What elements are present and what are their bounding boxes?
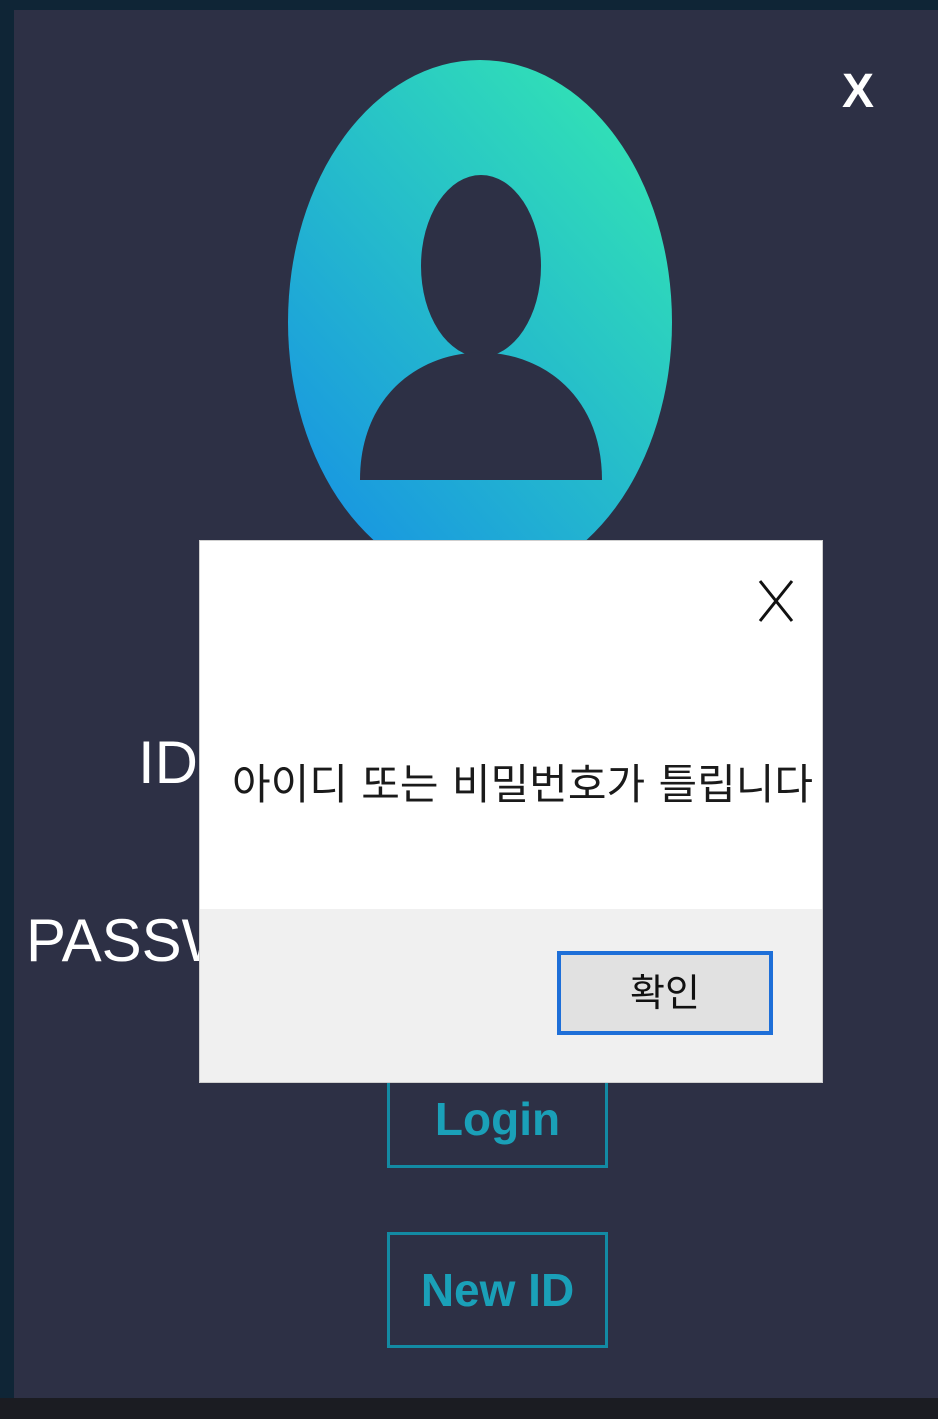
- dialog-footer: 확인: [200, 909, 822, 1082]
- window-close-button[interactable]: X: [834, 62, 882, 122]
- dialog-message: 아이디 또는 비밀번호가 틀립니다: [232, 760, 814, 809]
- login-button[interactable]: Login: [387, 1070, 608, 1168]
- ok-button[interactable]: 확인: [557, 951, 773, 1035]
- close-icon[interactable]: [752, 571, 800, 627]
- taskbar-strip: [0, 1398, 938, 1419]
- avatar-head: [421, 175, 541, 357]
- user-avatar-icon: [288, 60, 672, 560]
- error-dialog: 아이디 또는 비밀번호가 틀립니다 확인: [200, 541, 822, 1082]
- id-label: ID: [138, 729, 198, 796]
- new-id-button[interactable]: New ID: [387, 1232, 608, 1348]
